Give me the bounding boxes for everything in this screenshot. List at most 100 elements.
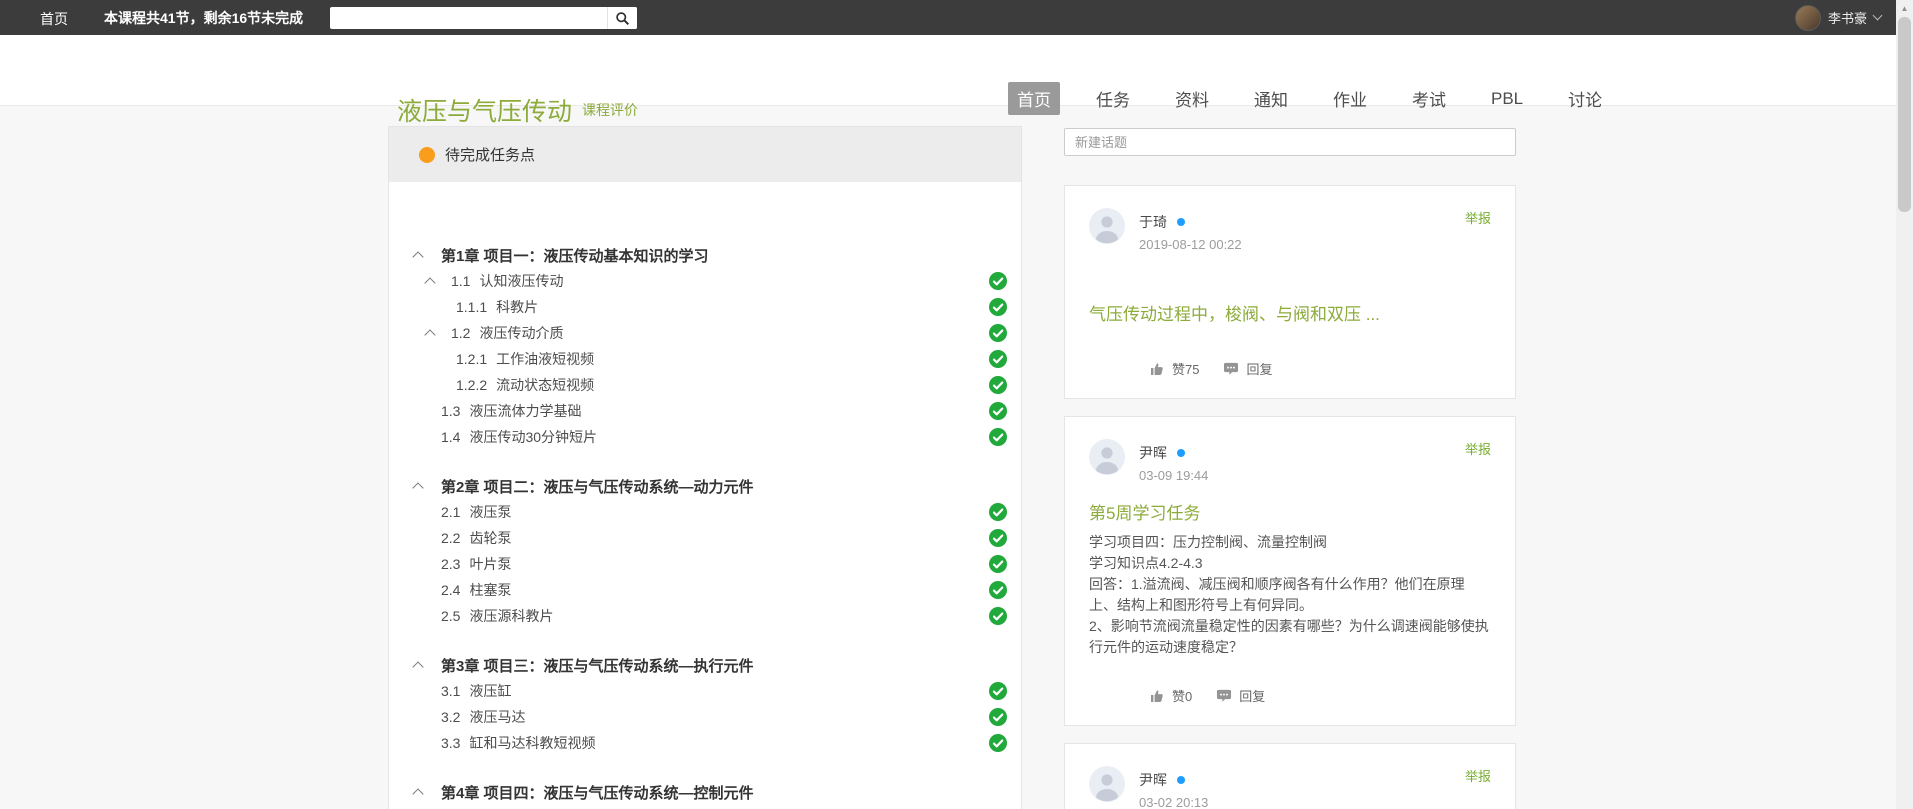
section-label: 液压源科教片 — [469, 606, 553, 626]
chapter-title: 第2章 项目二：液压与气压传动系统—动力元件 — [441, 476, 754, 497]
forum-post: 于琦2019-08-12 00:22举报气压传动过程中，梭阀、与阀和双压 ...… — [1064, 185, 1516, 399]
course-title: 液压与气压传动 — [397, 92, 572, 128]
nav-tab-首页[interactable]: 首页 — [1008, 82, 1060, 115]
nav-tab-考试[interactable]: 考试 — [1403, 82, 1455, 115]
course-eval-link[interactable]: 课程评价 — [582, 100, 638, 120]
completed-check-icon — [989, 529, 1007, 547]
chapter-group: 第4章 项目四：液压与气压传动系统—控制元件4.1方向控制阀 — [389, 779, 1021, 809]
like-button[interactable]: 赞0 — [1149, 686, 1192, 705]
reply-icon — [1216, 688, 1232, 703]
topbar-home-link[interactable]: 首页 — [40, 9, 68, 29]
completed-check-icon — [989, 607, 1007, 625]
section-row[interactable]: 4.1方向控制阀 — [389, 805, 1021, 809]
chapter-row[interactable]: 第1章 项目一：液压传动基本知识的学习 — [389, 242, 1021, 268]
post-time: 03-02 20:13 — [1139, 795, 1208, 809]
avatar-person-icon — [1089, 208, 1125, 244]
section-label: 缸和马达科教短视频 — [469, 733, 595, 753]
completed-check-icon — [989, 350, 1007, 368]
section-row[interactable]: 1.2.1工作油液短视频 — [389, 346, 1021, 372]
forum-post: 尹晖03-09 19:44举报第5周学习任务学习项目四：压力控制阀、流量控制阀学… — [1064, 416, 1516, 726]
new-topic-input[interactable] — [1064, 128, 1516, 156]
task-panel-header: 待完成任务点 — [389, 127, 1021, 182]
like-button[interactable]: 赞75 — [1149, 359, 1199, 378]
section-label: 认知液压传动 — [479, 271, 563, 291]
browser-scrollbar[interactable]: ▲ — [1896, 0, 1913, 809]
chapter-group: 第1章 项目一：液压传动基本知识的学习1.1认知液压传动1.1.1科教片 1.2 液… — [389, 242, 1021, 450]
reply-label: 回复 — [1246, 359, 1272, 378]
section-row[interactable]: 1.4液压传动30分钟短片 — [389, 424, 1021, 450]
section-row[interactable]: 3.1液压缸 — [389, 678, 1021, 704]
section-row[interactable]: 2.4 柱塞泵 — [389, 577, 1021, 603]
section-row[interactable]: 2.5液压源科教片 — [389, 603, 1021, 629]
chevron-up-icon[interactable] — [424, 329, 435, 340]
reply-label: 回复 — [1239, 686, 1265, 705]
online-dot-icon — [1177, 449, 1185, 457]
chevron-up-icon[interactable] — [412, 251, 423, 262]
section-label: 流动状态短视频 — [496, 375, 594, 395]
post-title[interactable]: 第5周学习任务 — [1089, 499, 1491, 524]
reply-button[interactable]: 回复 — [1223, 359, 1272, 378]
section-label: 液压泵 — [469, 502, 511, 522]
chevron-up-icon[interactable] — [412, 482, 423, 493]
section-row[interactable]: 3.2液压马达 — [389, 704, 1021, 730]
report-link[interactable]: 举报 — [1465, 439, 1491, 458]
section-row[interactable]: 2.1 液压泵 — [389, 499, 1021, 525]
section-row[interactable]: 1.2 液压传动介质 — [389, 320, 1021, 346]
section-number: 1.2 — [451, 325, 470, 341]
section-label: 液压马达 — [469, 707, 525, 727]
completed-check-icon — [989, 734, 1007, 752]
nav-tab-PBL[interactable]: PBL — [1482, 85, 1532, 113]
top-navbar: 首页 本课程共41节，剩余16节未完成 李书豪 — [0, 0, 1913, 35]
search-button[interactable] — [607, 7, 637, 29]
nav-tab-资料[interactable]: 资料 — [1166, 82, 1218, 115]
reply-icon — [1223, 361, 1239, 376]
post-body-line: 回答：1.溢流阀、减压阀和顺序阀各有什么作用？他们在原理上、结构上和图形符号上有… — [1089, 574, 1491, 616]
chevron-up-icon[interactable] — [412, 788, 423, 799]
post-time: 03-09 19:44 — [1139, 468, 1208, 483]
nav-tab-作业[interactable]: 作业 — [1324, 82, 1376, 115]
section-number: 2.4 — [441, 582, 460, 598]
report-link[interactable]: 举报 — [1465, 208, 1491, 227]
task-panel: 待完成任务点 第1章 项目一：液压传动基本知识的学习1.1认知液压传动1.1.1… — [388, 126, 1022, 809]
section-row[interactable]: 1.2.2流动状态短视频 — [389, 372, 1021, 398]
post-header: 于琦2019-08-12 00:22 — [1089, 208, 1491, 252]
section-label: 柱塞泵 — [469, 580, 511, 600]
nav-tab-讨论[interactable]: 讨论 — [1559, 82, 1611, 115]
nav-tab-任务[interactable]: 任务 — [1087, 82, 1139, 115]
reply-button[interactable]: 回复 — [1216, 686, 1265, 705]
user-avatar[interactable] — [1795, 5, 1821, 31]
chapter-group: 第3章 项目三：液压与气压传动系统—执行元件3.1液压缸3.2液压马达3.3缸和… — [389, 652, 1021, 756]
section-row[interactable]: 1.1.1科教片 — [389, 294, 1021, 320]
section-label: 液压传动介质 — [479, 323, 563, 343]
completed-check-icon — [989, 503, 1007, 521]
section-label: 科教片 — [496, 297, 538, 317]
post-body-line: 2、影响节流阀流量稳定性的因素有哪些？为什么调速阀能够使执行元件的运动速度稳定？ — [1089, 616, 1491, 658]
section-row[interactable]: 2.2齿轮泵 — [389, 525, 1021, 551]
scrollbar-thumb[interactable] — [1898, 17, 1911, 212]
post-author[interactable]: 尹晖 — [1139, 443, 1167, 463]
chapter-row[interactable]: 第4章 项目四：液压与气压传动系统—控制元件 — [389, 779, 1021, 805]
section-row[interactable]: 3.3缸和马达科教短视频 — [389, 730, 1021, 756]
section-row[interactable]: 1.1认知液压传动 — [389, 268, 1021, 294]
section-number: 2.1 — [441, 504, 460, 520]
section-number: 1.2.1 — [456, 351, 487, 367]
report-link[interactable]: 举报 — [1465, 766, 1491, 785]
chevron-up-icon[interactable] — [412, 661, 423, 672]
section-row[interactable]: 1.3液压流体力学基础 — [389, 398, 1021, 424]
chapter-row[interactable]: 第2章 项目二：液压与气压传动系统—动力元件 — [389, 473, 1021, 499]
user-menu[interactable]: 李书豪 — [1795, 4, 1881, 31]
completed-check-icon — [989, 402, 1007, 420]
section-number: 1.3 — [441, 403, 460, 419]
avatar-person-icon — [1089, 766, 1125, 802]
scrollbar-up-arrow-icon[interactable]: ▲ — [1896, 0, 1913, 17]
search-input[interactable] — [330, 7, 607, 29]
chapter-row[interactable]: 第3章 项目三：液压与气压传动系统—执行元件 — [389, 652, 1021, 678]
post-author[interactable]: 于琦 — [1139, 212, 1167, 232]
section-row[interactable]: 2.3叶片泵 — [389, 551, 1021, 577]
completed-check-icon — [989, 555, 1007, 573]
post-title[interactable]: 气压传动过程中，梭阀、与阀和双压 ... — [1089, 300, 1491, 325]
forum-posts: 于琦2019-08-12 00:22举报气压传动过程中，梭阀、与阀和双压 ...… — [1064, 185, 1516, 809]
chevron-up-icon[interactable] — [424, 277, 435, 288]
post-author[interactable]: 尹晖 — [1139, 770, 1167, 790]
nav-tab-通知[interactable]: 通知 — [1245, 82, 1297, 115]
